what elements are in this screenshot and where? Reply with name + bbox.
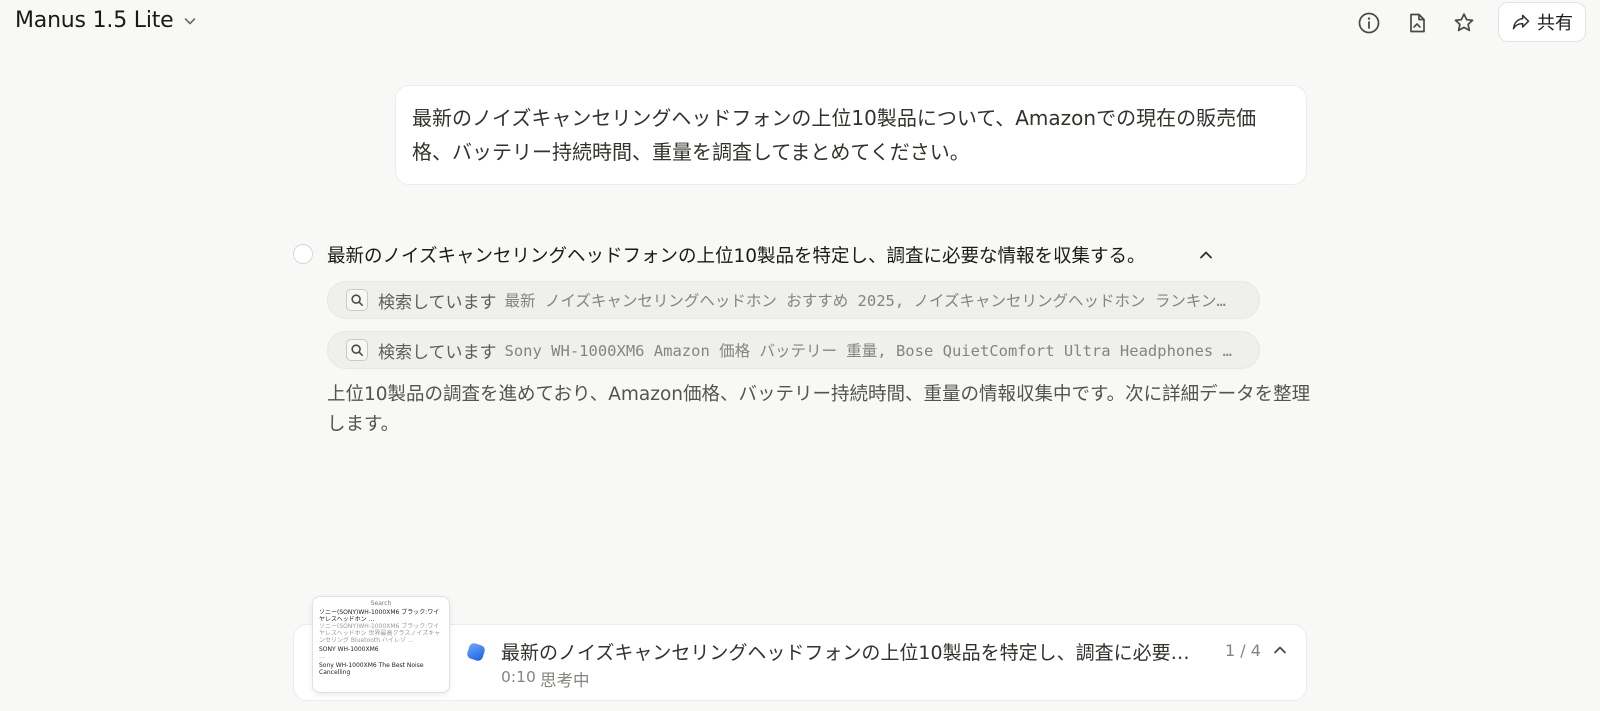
thumbnail-result: Sony WH-1000XM6 The Best Noise Cancellin…: [313, 660, 449, 676]
model-title: Manus 1.5 Lite: [15, 8, 174, 33]
task-step: 最新のノイズキャンセリングヘッドフォンの上位10製品を特定し、調査に必要な情報を…: [293, 242, 1223, 272]
info-icon[interactable]: [1356, 10, 1382, 36]
thinking-spinner-icon: [467, 643, 485, 661]
chevron-up-icon[interactable]: [1270, 640, 1290, 660]
share-label: 共有: [1537, 13, 1573, 34]
search-icon: [346, 289, 368, 311]
step-progress: 1 / 4: [1225, 641, 1261, 660]
user-message: 最新のノイズキャンセリングヘッドフォンの上位10製品について、Amazonでの現…: [395, 85, 1307, 185]
thumbnail-result: SONY WH-1000XM6 …: [313, 644, 449, 660]
tool-label: 検索しています: [378, 342, 497, 363]
tool-query: 最新 ノイズキャンセリングヘッドホン おすすめ 2025, ノイズキャンセリング…: [504, 292, 1235, 310]
thumbnail-result-title: SONY WH-1000XM6: [319, 646, 379, 653]
search-tool-call[interactable]: 検索しています 最新 ノイズキャンセリングヘッドホン おすすめ 2025, ノイ…: [327, 281, 1260, 319]
thumbnail-result-snippet: …: [319, 653, 325, 660]
file-icon[interactable]: [1404, 10, 1430, 36]
current-task-text: 最新のノイズキャンセリングヘッドフォンの上位10製品を特定し、調査に必要な情報を…: [501, 642, 1197, 664]
thumbnail-result-title: ソニー(SONY)WH-1000XM6 ブラック:ワイヤレスヘッドホン …: [319, 609, 440, 623]
step-title: 最新のノイズキャンセリングヘッドフォンの上位10製品を特定し、調査に必要な情報を…: [327, 246, 1146, 267]
chevron-down-icon: [184, 17, 195, 24]
step-status-circle: [293, 244, 313, 264]
star-icon[interactable]: [1451, 10, 1477, 36]
search-tool-call[interactable]: 検索しています Sony WH-1000XM6 Amazon 価格 バッテリー …: [327, 331, 1260, 369]
model-selector[interactable]: Manus 1.5 Lite: [15, 8, 198, 33]
thumbnail-result-title: Sony WH-1000XM6 The Best Noise Cancellin…: [319, 662, 424, 676]
share-button[interactable]: 共有: [1498, 2, 1586, 42]
share-icon: [1512, 14, 1530, 30]
status-label: 思考中: [540, 671, 590, 690]
search-icon: [346, 339, 368, 361]
chevron-up-icon[interactable]: [1197, 246, 1215, 264]
tool-query: Sony WH-1000XM6 Amazon 価格 バッテリー 重量, Bose…: [504, 342, 1235, 360]
browser-thumbnail[interactable]: Search ソニー(SONY)WH-1000XM6 ブラック:ワイヤレスヘッド…: [312, 596, 450, 693]
assistant-message: 上位10製品の調査を進めており、Amazon価格、バッテリー持続時間、重量の情報…: [327, 384, 1311, 435]
thumbnail-header: Search: [370, 600, 392, 607]
thumbnail-result-snippet: ソニー(SONY)WH-1000XM6 ブラック:ワイヤレスヘッドホン 世界最高…: [319, 623, 441, 644]
tool-label: 検索しています: [378, 292, 497, 313]
thumbnail-result: ソニー(SONY)WH-1000XM6 ブラック:ワイヤレスヘッドホン … ソニ…: [313, 607, 449, 644]
top-bar: Manus 1.5 Lite 共有: [0, 0, 1600, 48]
elapsed-time: 0:10: [501, 668, 536, 686]
